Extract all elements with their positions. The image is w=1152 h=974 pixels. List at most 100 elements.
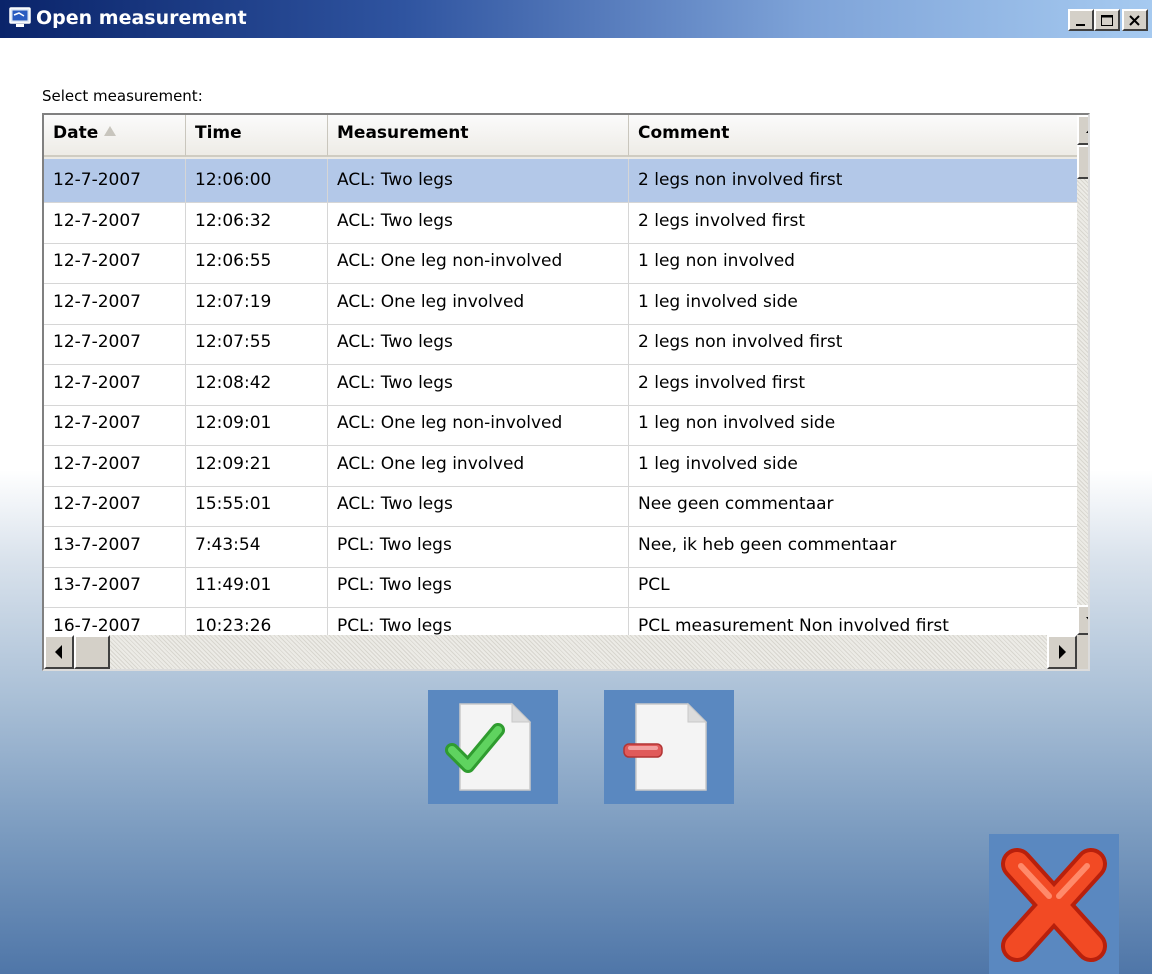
table-row[interactable]: 12-7-2007 15:55:01 ACL: Two legs Nee geen c… [44, 483, 1077, 527]
arrow-right-icon [1059, 645, 1066, 659]
cell-time: 12:07:19 [186, 280, 328, 325]
horizontal-scrollbar[interactable] [44, 635, 1077, 669]
cell-comment: 2 legs non involved first [629, 321, 1077, 365]
table-row[interactable]: 12-7-2007 12:07:19 ACL: One leg involved 1 … [44, 280, 1077, 325]
cell-time: 12:06:55 [186, 240, 328, 284]
select-measurement-label: Select measurement: [42, 87, 203, 105]
cancel-x-icon [1001, 848, 1107, 962]
cell-date: 12-7-2007 [44, 402, 186, 446]
cell-comment: 1 leg involved side [629, 281, 1077, 325]
cell-date: 13-7-2007 [44, 523, 186, 568]
cell-date: 12-7-2007 [44, 159, 186, 203]
cancel-button[interactable] [989, 834, 1119, 974]
scroll-left-button[interactable] [44, 635, 74, 669]
cell-measurement: ACL: Two legs [328, 199, 629, 244]
title-bar[interactable]: Open measurement [0, 0, 1152, 38]
column-header-time[interactable]: Time [186, 115, 328, 157]
table-row[interactable]: 13-7-2007 7:43:54 PCL: Two legs Nee, ik heb… [44, 523, 1077, 568]
document-remove-icon [623, 702, 708, 791]
column-header-measurement-label: Measurement [337, 123, 469, 143]
open-measurement-button[interactable] [428, 690, 558, 804]
cell-measurement: ACL: Two legs [328, 361, 629, 406]
table-row[interactable]: 12-7-2007 12:06:55 ACL: One leg non-involv… [44, 240, 1077, 284]
cell-date: 12-7-2007 [44, 483, 186, 527]
cell-date: 12-7-2007 [44, 280, 186, 325]
cell-time: 10:23:26 [186, 604, 328, 635]
cell-time: 12:06:00 [186, 159, 328, 203]
table-row[interactable]: 12-7-2007 12:09:21 ACL: One leg involved 1 … [44, 442, 1077, 487]
cell-measurement: PCL: Two legs [328, 604, 629, 635]
cell-measurement: ACL: One leg non-involved [328, 402, 629, 446]
arrow-down-icon [1086, 617, 1088, 620]
scroll-up-button[interactable] [1077, 115, 1088, 145]
table-row[interactable]: 12-7-2007 12:08:42 ACL: Two legs 2 legs inv… [44, 361, 1077, 406]
table-row[interactable]: 16-7-2007 10:23:26 PCL: Two legs PCL measur… [44, 604, 1077, 636]
cell-measurement: ACL: One leg involved [328, 280, 629, 325]
table-row[interactable]: 12-7-2007 12:06:32 ACL: Two legs 2 legs inv… [44, 199, 1077, 244]
window-title: Open measurement [36, 7, 247, 29]
cell-comment: PCL measurement Non involved first [629, 605, 1077, 636]
cell-measurement: ACL: One leg involved [328, 442, 629, 487]
cell-measurement: ACL: Two legs [328, 159, 629, 203]
cell-date: 16-7-2007 [44, 604, 186, 635]
column-header-comment-label: Comment [638, 123, 730, 143]
table-row[interactable]: 12-7-2007 12:09:01 ACL: One leg non-involv… [44, 402, 1077, 446]
maximize-icon [1101, 15, 1113, 26]
column-header-date-label: Date [53, 123, 99, 143]
cell-comment: 2 legs involved first [629, 200, 1077, 244]
table-row[interactable]: 12-7-2007 12:07:55 ACL: Two legs 2 legs non… [44, 321, 1077, 365]
cell-comment: 1 leg involved side [629, 443, 1077, 487]
cell-comment: Nee geen commentaar [629, 483, 1077, 527]
column-header-time-label: Time [195, 123, 242, 143]
cell-measurement: ACL: Two legs [328, 483, 629, 527]
measurement-grid[interactable]: Date Time Measurement Comment 12-7-2007 1… [42, 113, 1090, 671]
open-measurement-window: Open measurement Select measurement: Dat… [0, 0, 1152, 974]
cell-time: 12:07:55 [186, 321, 328, 365]
arrow-left-icon [55, 645, 62, 659]
vertical-scroll-thumb[interactable] [1077, 145, 1088, 179]
cell-measurement: PCL: Two legs [328, 523, 629, 568]
cell-date: 13-7-2007 [44, 564, 186, 608]
scrollbar-corner [1077, 635, 1088, 669]
horizontal-scroll-thumb[interactable] [74, 635, 110, 669]
close-icon [1129, 15, 1140, 26]
cell-time: 12:09:21 [186, 442, 328, 487]
sort-ascending-icon [104, 126, 117, 136]
cell-comment: 1 leg non involved side [629, 402, 1077, 446]
cell-date: 12-7-2007 [44, 321, 186, 365]
column-header-comment[interactable]: Comment [629, 115, 1077, 157]
document-check-icon [445, 702, 532, 791]
cell-date: 12-7-2007 [44, 240, 186, 284]
cell-time: 12:09:01 [186, 402, 328, 446]
grid-header: Date Time Measurement Comment [44, 115, 1077, 159]
table-row[interactable]: 12-7-2007 12:06:00 ACL: Two legs 2 legs non… [44, 159, 1077, 203]
cell-comment: 1 leg non involved [629, 240, 1077, 284]
column-header-date[interactable]: Date [44, 115, 186, 157]
scroll-down-button[interactable] [1077, 605, 1088, 635]
cell-time: 12:06:32 [186, 199, 328, 244]
cell-date: 12-7-2007 [44, 361, 186, 406]
delete-measurement-button[interactable] [604, 690, 734, 804]
cell-time: 15:55:01 [186, 483, 328, 527]
vertical-scrollbar[interactable] [1077, 115, 1088, 635]
maximize-button[interactable] [1094, 9, 1120, 31]
cell-time: 7:43:54 [186, 523, 328, 568]
grid-viewport: Date Time Measurement Comment 12-7-2007 1… [44, 115, 1077, 635]
minimize-button[interactable] [1068, 9, 1094, 31]
close-button[interactable] [1122, 9, 1148, 31]
arrow-up-icon [1086, 130, 1088, 133]
cell-comment: Nee, ik heb geen commentaar [629, 524, 1077, 568]
scroll-right-button[interactable] [1047, 635, 1077, 669]
cell-measurement: ACL: Two legs [328, 321, 629, 365]
table-row[interactable]: 13-7-2007 11:49:01 PCL: Two legs PCL [44, 564, 1077, 608]
cell-date: 12-7-2007 [44, 442, 186, 487]
cell-comment: 2 legs non involved first [629, 159, 1077, 203]
app-monitor-icon [9, 7, 31, 27]
cell-comment: PCL [629, 564, 1077, 608]
column-header-measurement[interactable]: Measurement [328, 115, 629, 157]
minimize-icon [1076, 24, 1085, 26]
cell-comment: 2 legs involved first [629, 362, 1077, 406]
cell-measurement: PCL: Two legs [328, 564, 629, 608]
cell-time: 11:49:01 [186, 564, 328, 608]
cell-date: 12-7-2007 [44, 199, 186, 244]
